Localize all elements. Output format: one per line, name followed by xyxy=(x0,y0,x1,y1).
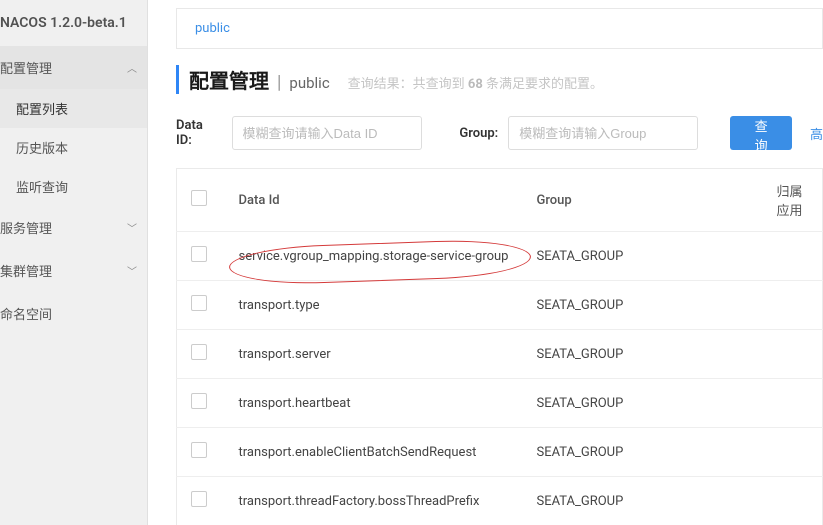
sidebar-group-namespace[interactable]: 命名空间 xyxy=(0,292,147,335)
cell-group: SEATA_GROUP xyxy=(523,477,763,525)
row-checkbox[interactable] xyxy=(191,393,207,409)
table-row[interactable]: transport.heartbeatSEATA_GROUP xyxy=(177,379,823,428)
cell-app xyxy=(763,330,823,379)
cell-dataid: transport.threadFactory.bossThreadPrefix xyxy=(225,477,523,525)
table-row[interactable]: service.vgroup_mapping.storage-service-g… xyxy=(177,232,823,281)
sidebar-group-cluster[interactable]: 集群管理 ﹀ xyxy=(0,249,147,292)
chevron-down-icon: ﹀ xyxy=(127,263,137,278)
cell-group: SEATA_GROUP xyxy=(523,232,763,281)
cell-app xyxy=(763,232,823,281)
cell-dataid: transport.heartbeat xyxy=(225,379,523,428)
heading-result: 查询结果：共查询到 68 条满足要求的配置。 xyxy=(348,73,603,92)
heading-result-after: 条满足要求的配置。 xyxy=(483,77,603,92)
sidebar-group-label: 配置管理 xyxy=(0,58,52,77)
page-title: 配置管理 xyxy=(189,65,269,94)
page-heading: 配置管理 | public 查询结果：共查询到 68 条满足要求的配置。 xyxy=(176,65,823,94)
sidebar-item-history[interactable]: 历史版本 xyxy=(0,128,147,167)
cell-group: SEATA_GROUP xyxy=(523,428,763,477)
sidebar: NACOS 1.2.0-beta.1 配置管理 ︿ 配置列表 历史版本 监听查询… xyxy=(0,0,148,525)
sidebar-group-label: 命名空间 xyxy=(0,304,52,323)
sidebar-group-service[interactable]: 服务管理 ﹀ xyxy=(0,206,147,249)
checkbox-all[interactable] xyxy=(191,190,207,206)
tab-public[interactable]: public xyxy=(195,21,230,36)
row-checkbox[interactable] xyxy=(191,246,207,262)
col-app: 归属应用 xyxy=(763,169,823,232)
dataid-label: Data ID: xyxy=(176,118,222,148)
cell-app xyxy=(763,379,823,428)
col-dataid: Data Id xyxy=(225,169,523,232)
table-row[interactable]: transport.threadFactory.bossThreadPrefix… xyxy=(177,477,823,525)
sidebar-menu: 配置管理 ︿ 配置列表 历史版本 监听查询 服务管理 ﹀ 集群管理 ﹀ 命名空间 xyxy=(0,46,147,335)
cell-group: SEATA_GROUP xyxy=(523,281,763,330)
row-checkbox[interactable] xyxy=(191,442,207,458)
cell-group: SEATA_GROUP xyxy=(523,330,763,379)
heading-separator: | xyxy=(277,72,281,93)
config-table: Data Id Group 归属应用 service.vgroup_mappin… xyxy=(176,168,823,525)
cell-dataid: transport.server xyxy=(225,330,523,379)
sidebar-item-listen[interactable]: 监听查询 xyxy=(0,167,147,206)
sidebar-group-label: 服务管理 xyxy=(0,218,52,237)
cell-app xyxy=(763,281,823,330)
table-header-row: Data Id Group 归属应用 xyxy=(177,169,823,232)
main-content: public 配置管理 | public 查询结果：共查询到 68 条满足要求的… xyxy=(148,0,823,525)
table-row[interactable]: transport.enableClientBatchSendRequestSE… xyxy=(177,428,823,477)
brand-title: NACOS 1.2.0-beta.1 xyxy=(0,0,147,46)
row-checkbox[interactable] xyxy=(191,491,207,507)
sidebar-item-config-list[interactable]: 配置列表 xyxy=(0,89,147,128)
heading-namespace: public xyxy=(289,74,329,92)
query-button[interactable]: 查询 xyxy=(730,116,792,150)
table-row[interactable]: transport.serverSEATA_GROUP xyxy=(177,330,823,379)
cell-app xyxy=(763,428,823,477)
group-label: Group: xyxy=(459,126,498,141)
sidebar-group-label: 集群管理 xyxy=(0,261,52,280)
highlighted-dataid: service.vgroup_mapping.storage-service-g… xyxy=(239,249,509,264)
row-checkbox[interactable] xyxy=(191,295,207,311)
row-checkbox[interactable] xyxy=(191,344,207,360)
advanced-link[interactable]: 高 xyxy=(810,124,823,143)
col-group: Group xyxy=(523,169,763,232)
cell-dataid: service.vgroup_mapping.storage-service-g… xyxy=(225,232,523,281)
heading-result-before: 查询结果：共查询到 xyxy=(348,77,468,92)
table-row[interactable]: transport.typeSEATA_GROUP xyxy=(177,281,823,330)
chevron-up-icon: ︿ xyxy=(127,60,137,75)
chevron-down-icon: ﹀ xyxy=(127,220,137,235)
namespace-tabs: public xyxy=(176,8,823,49)
cell-app xyxy=(763,477,823,525)
cell-group: SEATA_GROUP xyxy=(523,379,763,428)
group-input[interactable] xyxy=(508,116,698,150)
cell-dataid: transport.enableClientBatchSendRequest xyxy=(225,428,523,477)
sidebar-group-config[interactable]: 配置管理 ︿ xyxy=(0,46,147,89)
cell-dataid: transport.type xyxy=(225,281,523,330)
search-bar: Data ID: Group: 查询 高 xyxy=(176,116,823,150)
dataid-input[interactable] xyxy=(232,116,422,150)
heading-result-count: 68 xyxy=(468,77,483,92)
